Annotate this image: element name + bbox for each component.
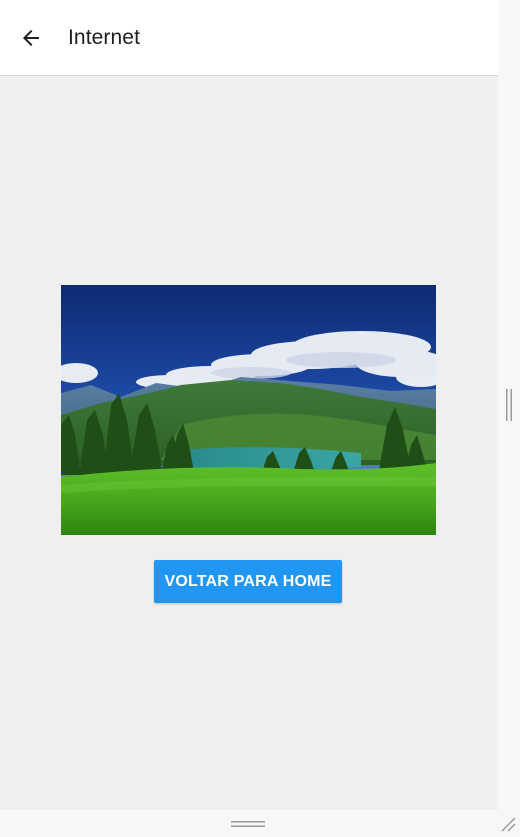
horizontal-resize-handle-icon[interactable] [231, 819, 265, 829]
app-bar: Internet [0, 0, 498, 76]
main-content: VOLTAR PARA HOME [0, 77, 498, 810]
page-title: Internet [68, 26, 141, 49]
app-window: Internet VOLTAR PARA HOME [0, 0, 498, 810]
side-panel-edge [498, 0, 520, 810]
corner-resize-handle-icon[interactable] [500, 816, 516, 832]
bottom-panel-edge [0, 810, 520, 837]
arrow-left-icon [23, 30, 39, 46]
landscape-image [61, 285, 436, 535]
vertical-resize-handle-icon[interactable] [506, 389, 512, 421]
home-button[interactable]: VOLTAR PARA HOME [154, 560, 342, 603]
back-button[interactable] [12, 19, 50, 57]
